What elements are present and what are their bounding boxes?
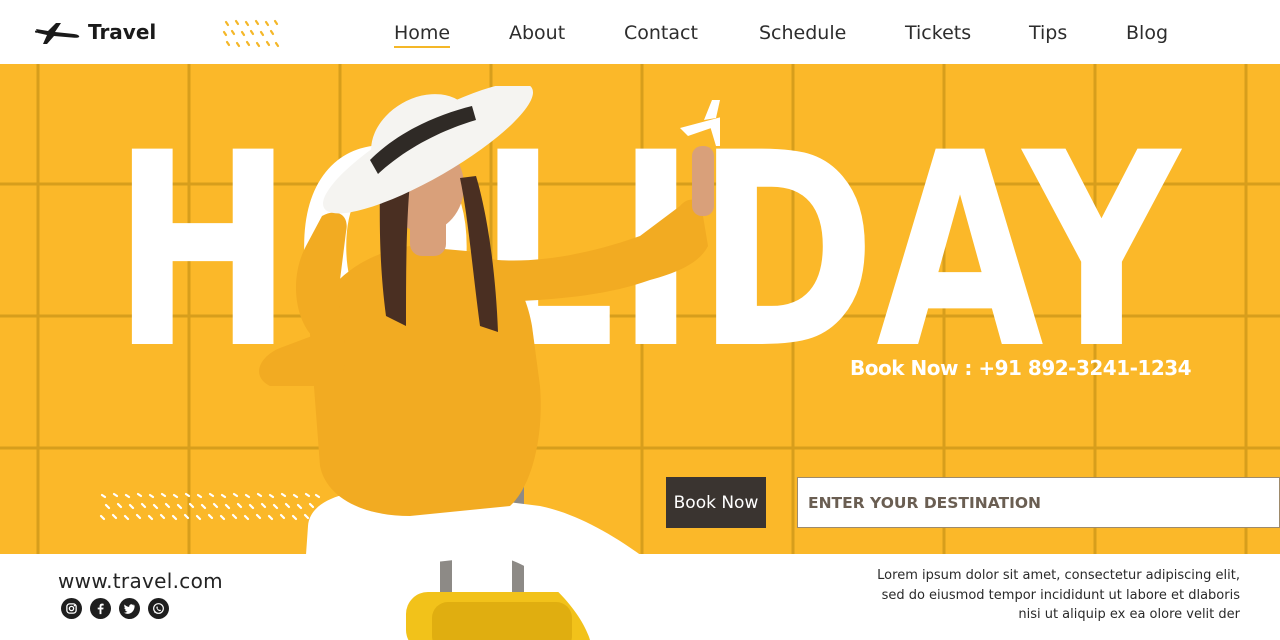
facebook-icon[interactable] — [90, 598, 111, 619]
footer-description-line: nisi ut aliquip ex ea olore velit der — [1018, 607, 1240, 622]
nav-item-about[interactable]: About — [509, 22, 565, 44]
footer-description-line: Lorem ipsum dolor sit amet, consectetur … — [877, 568, 1240, 583]
instagram-icon[interactable] — [61, 598, 82, 619]
whatsapp-icon[interactable] — [148, 598, 169, 619]
footer-description: Lorem ipsum dolor sit amet, consectetur … — [860, 566, 1240, 625]
book-now-button[interactable]: Book Now — [666, 477, 766, 528]
twitter-icon[interactable] — [119, 598, 140, 619]
decorative-dots — [222, 19, 280, 48]
nav-item-tips[interactable]: Tips — [1029, 22, 1067, 44]
destination-input[interactable] — [797, 477, 1280, 528]
brand-logo[interactable]: Travel — [34, 18, 156, 46]
nav-item-tickets[interactable]: Tickets — [905, 22, 971, 44]
brand-name: Travel — [88, 20, 157, 44]
footer-description-line: sed do eiusmod tempor incididunt ut labo… — [881, 587, 1240, 603]
airplane-icon — [35, 23, 80, 44]
social-links — [61, 598, 169, 619]
website-url[interactable]: www.travel.com — [58, 569, 223, 593]
nav-item-home[interactable]: Home — [394, 22, 451, 48]
nav-item-blog[interactable]: Blog — [1126, 22, 1168, 44]
booking-phone: Book Now : +91 892-3241-1234 — [850, 356, 1192, 380]
traveler-illustration — [259, 86, 720, 640]
nav-item-contact[interactable]: Contact — [624, 22, 698, 44]
site-header: Travel Home About Contact Schedule Ticke… — [0, 0, 1280, 64]
toy-airplane-image — [680, 100, 720, 146]
nav-item-schedule[interactable]: Schedule — [759, 22, 846, 44]
